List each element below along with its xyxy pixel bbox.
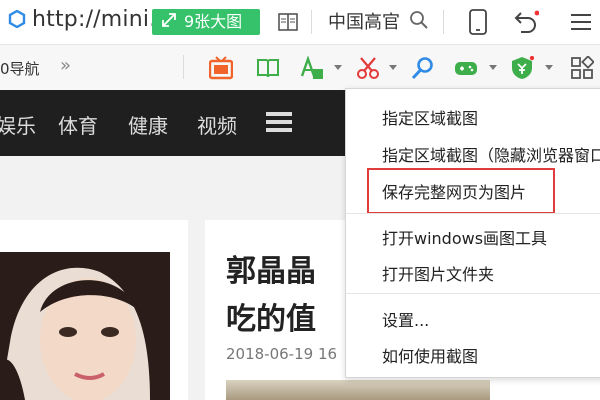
screenshot-dropdown-menu: 指定区域截图 指定区域截图（隐藏浏览器窗口） 保存完整网页为图片 打开windo…	[345, 88, 600, 378]
book-icon[interactable]	[256, 56, 280, 80]
menu-item-open-image-folder[interactable]: 打开图片文件夹	[382, 261, 494, 285]
menu-item-capture-region[interactable]: 指定区域截图	[382, 105, 478, 129]
menu-divider	[346, 293, 600, 294]
nav-bookmark[interactable]: 0导航	[0, 58, 40, 79]
article-headline[interactable]: 吃的值	[226, 294, 316, 338]
undo-icon[interactable]	[511, 8, 540, 36]
divider	[311, 10, 312, 34]
article-photo[interactable]	[0, 252, 170, 400]
search-input[interactable]: 中国高官	[328, 8, 400, 34]
chevron-down-icon[interactable]	[489, 65, 497, 70]
menu-item-how-to-use[interactable]: 如何使用截图	[382, 343, 478, 367]
shield-icon[interactable]	[510, 55, 535, 80]
article-date: 2018-06-19 16	[226, 345, 338, 363]
magnifier-icon[interactable]	[411, 56, 435, 80]
toolbar: 0导航 »	[0, 45, 600, 91]
big-pictures-label: 9张大图	[184, 12, 243, 31]
menu-item-capture-region-hide-browser[interactable]: 指定区域截图（隐藏浏览器窗口）	[382, 142, 600, 166]
menu-item-open-paint[interactable]: 打开windows画图工具	[382, 225, 547, 249]
site-nav-item-health[interactable]: 健康	[128, 110, 168, 139]
big-pictures-button[interactable]: 9张大图	[152, 9, 260, 35]
article-headline[interactable]: 郭晶晶	[226, 246, 316, 290]
menu-divider	[346, 213, 600, 214]
chevron-down-icon[interactable]	[389, 65, 397, 70]
article-thumbnail[interactable]	[226, 380, 490, 400]
highlight-box	[367, 168, 555, 214]
site-favicon-icon	[8, 9, 26, 29]
url-field[interactable]: http://mini.	[32, 7, 156, 32]
gamepad-icon[interactable]	[454, 56, 478, 80]
translate-icon[interactable]	[300, 55, 324, 80]
tv-icon[interactable]	[208, 56, 234, 80]
site-navigation: 娱乐 体育 健康 视频	[0, 90, 345, 156]
divider	[183, 55, 184, 79]
site-nav-item-sports[interactable]: 体育	[58, 110, 98, 139]
expand-icon	[162, 9, 176, 35]
extensions-icon[interactable]	[570, 55, 595, 80]
search-icon[interactable]	[409, 10, 429, 30]
site-nav-item-video[interactable]: 视频	[197, 110, 237, 139]
site-nav-item-entertainment[interactable]: 娱乐	[0, 110, 36, 139]
mobile-phone-icon[interactable]	[467, 9, 489, 35]
main-menu-icon[interactable]	[570, 12, 592, 32]
chevron-down-icon[interactable]	[545, 65, 553, 70]
reader-mode-icon[interactable]	[277, 11, 299, 33]
scissors-icon[interactable]	[356, 56, 380, 80]
menu-item-settings[interactable]: 设置...	[382, 307, 429, 331]
divider	[443, 10, 444, 34]
address-bar: http://mini. 9张大图 中国高官	[0, 0, 600, 45]
chevron-down-icon[interactable]	[334, 65, 342, 70]
site-menu-icon[interactable]	[266, 111, 292, 133]
more-bookmarks-button[interactable]: »	[60, 55, 71, 76]
